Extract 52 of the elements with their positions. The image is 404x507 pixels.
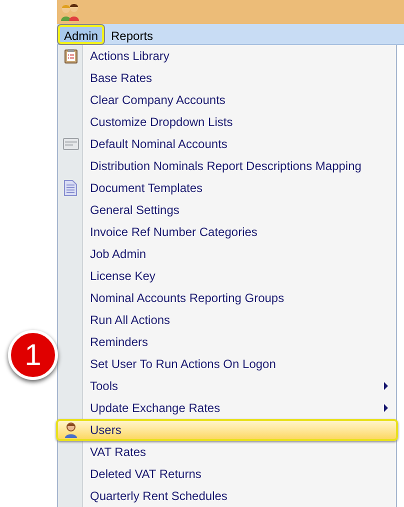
menu-item[interactable]: License Key <box>58 265 396 287</box>
menu-item-label: Users <box>90 422 122 439</box>
document-icon <box>64 180 77 196</box>
menu-item[interactable]: VAT Rates <box>58 441 396 463</box>
menu-item[interactable]: General Settings <box>58 199 396 221</box>
menu-item-label: Distribution Nominals Report Descriptions Mapping <box>90 158 362 175</box>
menu-item[interactable]: Update Exchange Rates <box>58 397 396 419</box>
menu-item-label: Base Rates <box>90 70 152 87</box>
menu-item[interactable]: Deleted VAT Returns <box>58 463 396 485</box>
menu-item-label: License Key <box>90 268 156 285</box>
menu-item-label: Customize Dropdown Lists <box>90 114 233 131</box>
menu-item[interactable]: Job Admin <box>58 243 396 265</box>
submenu-arrow-icon <box>384 382 388 390</box>
menu-item[interactable]: Users <box>56 419 398 441</box>
menu-item[interactable]: Tools <box>58 375 396 397</box>
menu-item[interactable]: Document Templates <box>58 177 396 199</box>
menu-item-label: Invoice Ref Number Categories <box>90 224 258 241</box>
menu-item[interactable]: Quarterly Rent Schedules <box>58 485 396 507</box>
clipboard-icon <box>62 48 78 64</box>
menu-item[interactable]: Clear Company Accounts <box>58 89 396 111</box>
step-badge: 1 <box>8 330 58 380</box>
menu-item[interactable]: Base Rates <box>58 67 396 89</box>
menu-item-label: Quarterly Rent Schedules <box>90 488 228 505</box>
menu-item-label: Default Nominal Accounts <box>90 136 228 153</box>
menu-item[interactable]: Set User To Run Actions On Logon <box>58 353 396 375</box>
menu-item[interactable]: Distribution Nominals Report Descriptions Mapping <box>58 155 396 177</box>
menu-item-label: Reminders <box>90 334 148 351</box>
menu-item[interactable]: Default Nominal Accounts <box>58 133 396 155</box>
menu-item-label: Document Templates <box>90 180 202 197</box>
menu-item[interactable]: Reminders <box>58 331 396 353</box>
menu-item-label: Actions Library <box>90 48 170 65</box>
menu-item[interactable]: Nominal Accounts Reporting Groups <box>58 287 396 309</box>
menu-tab[interactable]: Reports <box>105 24 160 44</box>
submenu-arrow-icon <box>384 404 388 412</box>
menu-item-label: VAT Rates <box>90 444 146 461</box>
menu-item[interactable]: Invoice Ref Number Categories <box>58 221 396 243</box>
menu-item-label: Clear Company Accounts <box>90 92 226 109</box>
menu-tab[interactable]: Admin <box>58 24 104 44</box>
menu-item-label: Job Admin <box>90 246 146 263</box>
menu-item[interactable]: Actions Library <box>58 45 396 67</box>
menu-item-label: Set User To Run Actions On Logon <box>90 356 276 373</box>
menu-item-label: Update Exchange Rates <box>90 400 220 417</box>
menu-item-label: Deleted VAT Returns <box>90 466 202 483</box>
person-icon <box>64 422 78 438</box>
menu-item-label: Run All Actions <box>90 312 170 329</box>
menu-item[interactable]: Run All Actions <box>58 309 396 331</box>
people-icon <box>60 3 80 22</box>
card-icon <box>62 138 78 150</box>
menu-item-label: Tools <box>90 378 118 395</box>
menu-item-label: General Settings <box>90 202 180 219</box>
menu-item-label: Nominal Accounts Reporting Groups <box>90 290 284 307</box>
menu-item[interactable]: Customize Dropdown Lists <box>58 111 396 133</box>
